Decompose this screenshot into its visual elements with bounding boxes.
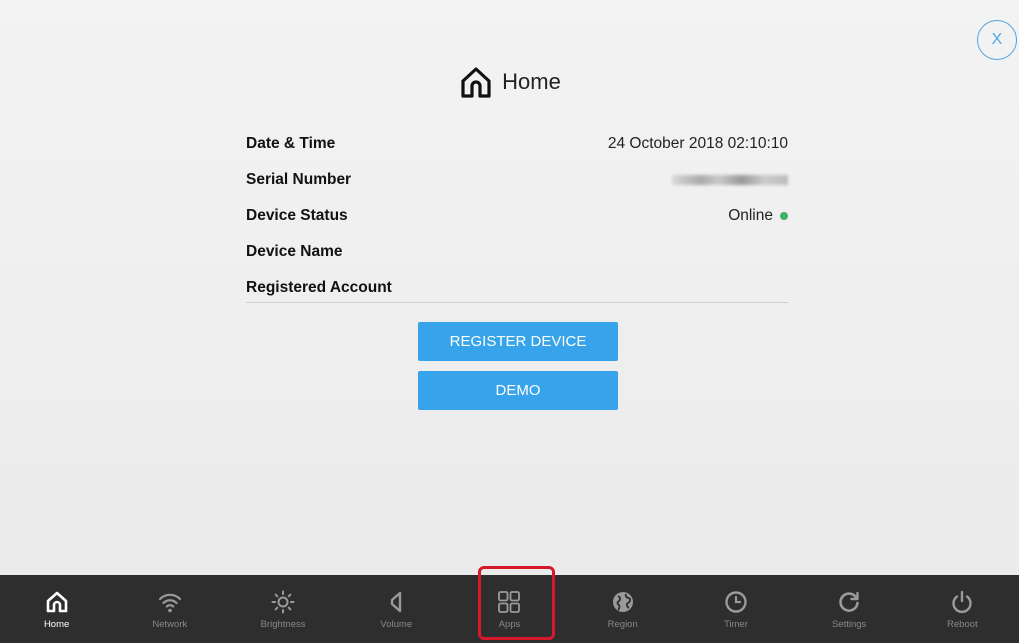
serial-number-value: [672, 175, 788, 185]
power-icon: [952, 590, 973, 613]
registered-account-label: Registered Account: [246, 279, 392, 296]
serial-number-redacted: [672, 175, 788, 185]
device-status-value: Online: [728, 207, 788, 225]
globe-icon: [612, 591, 633, 612]
serial-number-label: Serial Number: [246, 171, 352, 188]
home-icon: [46, 591, 67, 612]
device-status-text: Online: [728, 207, 773, 224]
taskbar-item-apps[interactable]: Apps: [453, 575, 566, 643]
divider: [246, 302, 788, 303]
refresh-icon: [839, 591, 859, 612]
info-row-device-status: Device Status Online: [246, 198, 788, 234]
settings-screen: X Home Date & Time 24 October 2018 02:10…: [0, 0, 1019, 575]
taskbar-item-reboot[interactable]: Reboot: [906, 575, 1019, 643]
close-button[interactable]: X: [977, 20, 1017, 60]
volume-icon: [391, 591, 402, 612]
home-icon: [461, 67, 491, 98]
taskbar-item-region[interactable]: Region: [566, 575, 679, 643]
register-device-button[interactable]: REGISTER DEVICE: [418, 322, 618, 361]
taskbar-item-home[interactable]: Home: [0, 575, 113, 643]
taskbar-label-apps: Apps: [498, 618, 521, 630]
device-name-label: Device Name: [246, 243, 343, 260]
taskbar-item-volume[interactable]: Volume: [340, 575, 453, 643]
page-title-text: Home: [502, 69, 561, 94]
info-row-serial-number: Serial Number: [246, 162, 788, 198]
date-time-label: Date & Time: [246, 135, 336, 152]
info-row-device-name: Device Name: [246, 234, 788, 270]
device-info-list: Date & Time 24 October 2018 02:10:10 Ser…: [246, 126, 788, 306]
taskbar-item-timer[interactable]: Timer: [679, 575, 792, 643]
bottom-taskbar: Home Network Brightness Volume Apps Regi…: [0, 575, 1019, 643]
brightness-icon: [271, 590, 295, 613]
taskbar-label-home: Home: [43, 618, 70, 630]
taskbar-label-brightness: Brightness: [260, 618, 306, 630]
taskbar-label-timer: Timer: [723, 618, 748, 630]
date-time-value: 24 October 2018 02:10:10: [607, 135, 788, 152]
demo-button[interactable]: DEMO: [418, 371, 618, 410]
close-label: X: [991, 31, 1003, 48]
info-row-registered-account: Registered Account: [246, 270, 788, 306]
page-title: Home: [0, 62, 1019, 102]
apps-icon: [498, 590, 521, 613]
taskbar-label-reboot: Reboot: [947, 618, 978, 630]
online-status-dot: [780, 212, 788, 220]
taskbar-label-region: Region: [607, 618, 638, 630]
taskbar-label-volume: Volume: [380, 618, 413, 630]
taskbar-item-brightness[interactable]: Brightness: [226, 575, 339, 643]
taskbar-label-settings: Settings: [831, 618, 867, 630]
device-status-label: Device Status: [246, 207, 348, 224]
wifi-icon: [158, 593, 181, 612]
clock-icon: [725, 590, 747, 613]
taskbar-label-network: Network: [152, 618, 188, 630]
taskbar-item-network[interactable]: Network: [113, 575, 226, 643]
info-row-date-time: Date & Time 24 October 2018 02:10:10: [246, 126, 788, 162]
taskbar-item-settings[interactable]: Settings: [793, 575, 906, 643]
